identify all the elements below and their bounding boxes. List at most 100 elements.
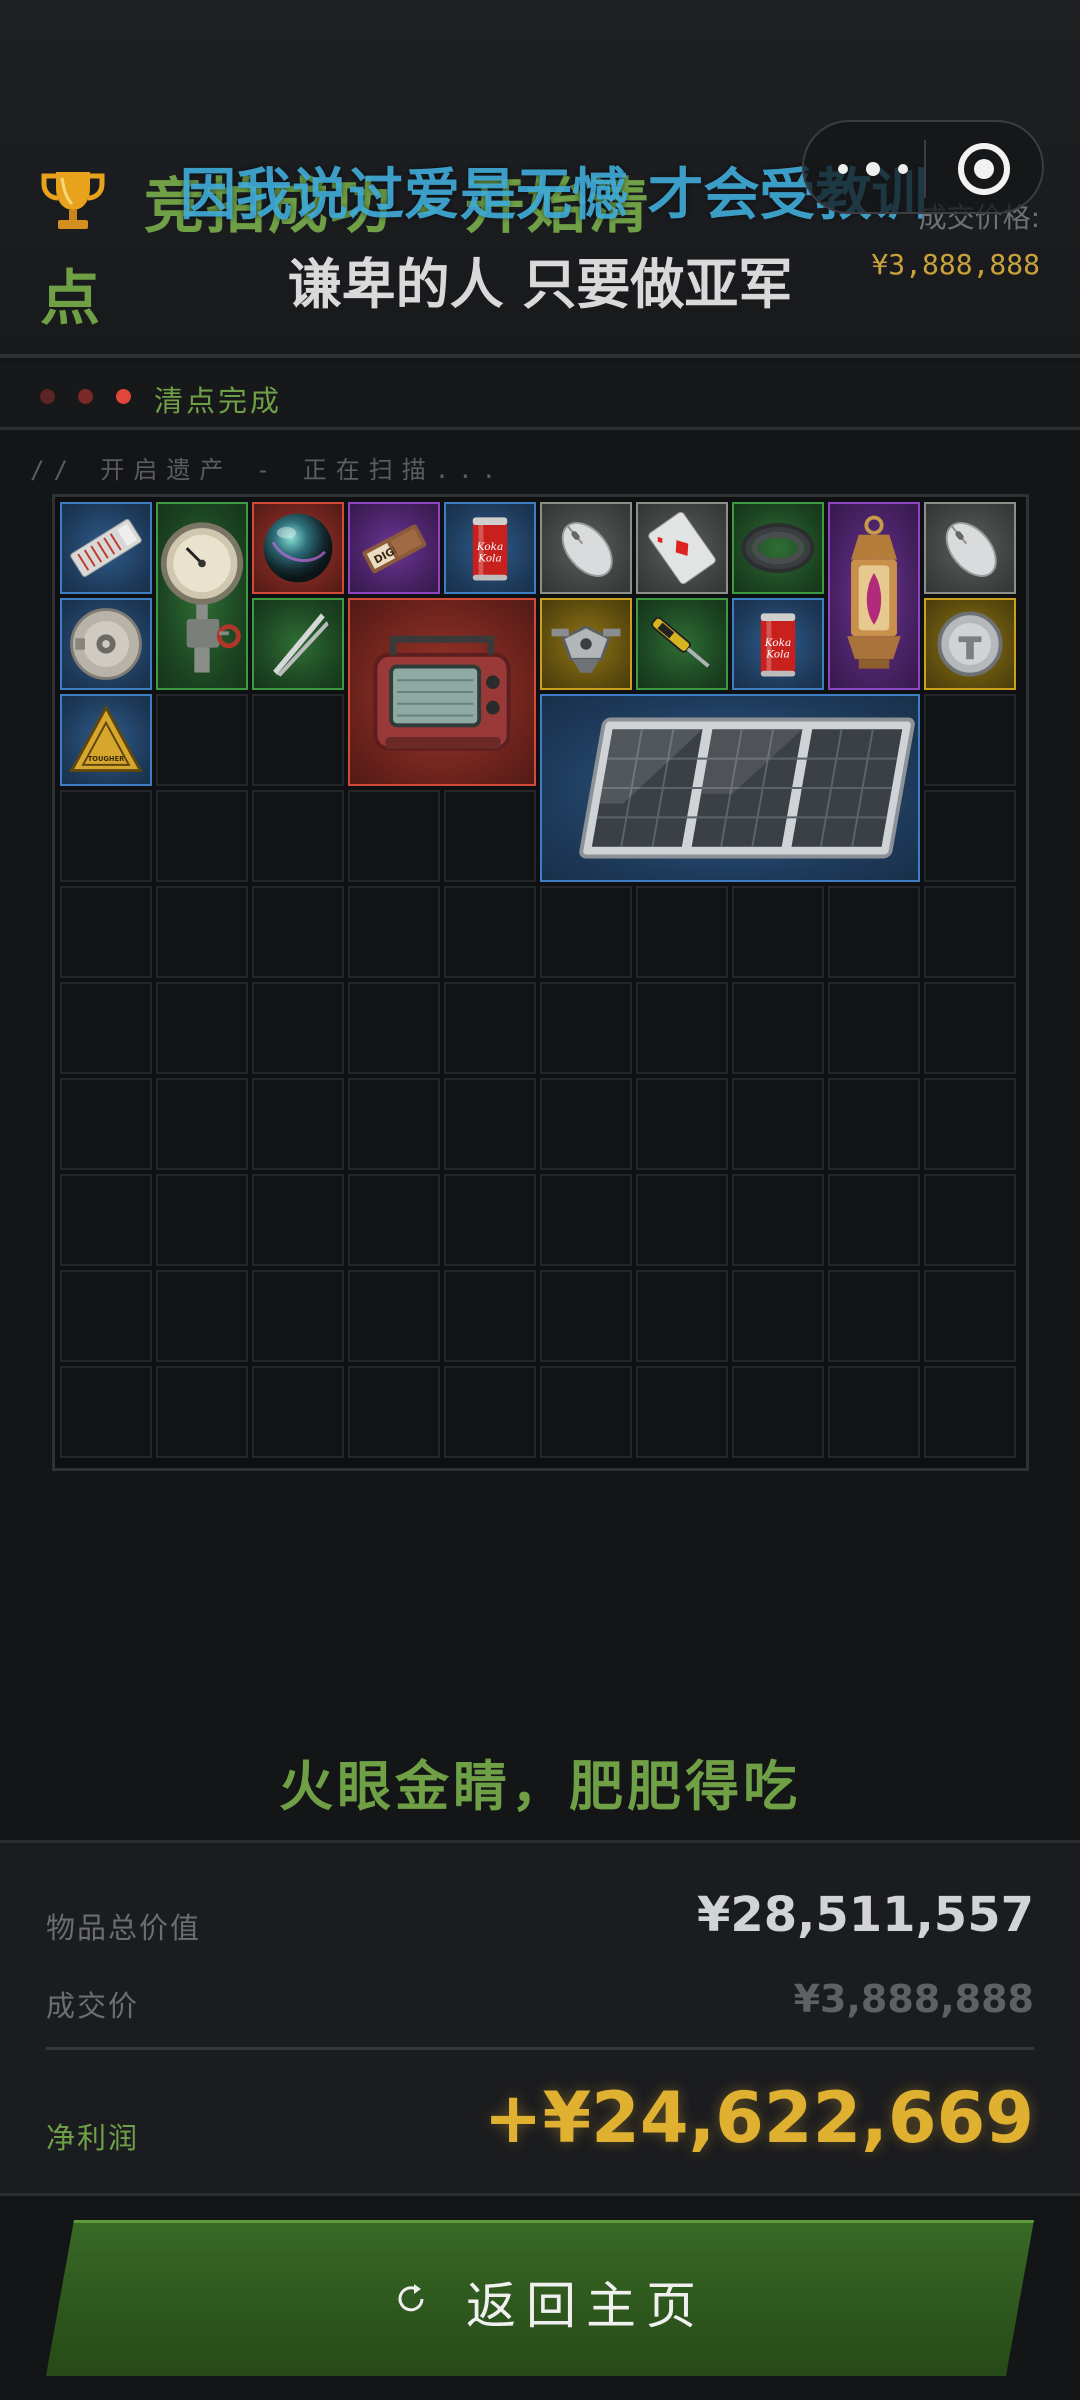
inventory-item[interactable]: TOUGHER bbox=[60, 694, 152, 786]
inventory-item[interactable] bbox=[156, 502, 248, 690]
inventory-slot[interactable] bbox=[60, 886, 152, 978]
inventory-slot[interactable] bbox=[156, 1270, 248, 1362]
inventory-slot[interactable] bbox=[156, 694, 248, 786]
inventory-item[interactable] bbox=[348, 598, 536, 786]
inventory-slot[interactable] bbox=[636, 1366, 728, 1458]
inventory-item[interactable] bbox=[60, 598, 152, 690]
inventory-slot[interactable] bbox=[924, 1366, 1016, 1458]
inventory-slot[interactable] bbox=[348, 1366, 440, 1458]
inventory-slot[interactable] bbox=[828, 1078, 920, 1170]
inventory-item[interactable] bbox=[636, 502, 728, 594]
inventory-slot[interactable] bbox=[828, 1366, 920, 1458]
inventory-item[interactable] bbox=[732, 502, 824, 594]
inventory-slot[interactable] bbox=[348, 1078, 440, 1170]
inventory-slot[interactable] bbox=[156, 982, 248, 1074]
inventory-item[interactable] bbox=[924, 598, 1016, 690]
inventory-slot[interactable] bbox=[828, 886, 920, 978]
inventory-slot[interactable] bbox=[540, 1174, 632, 1266]
inventory-slot[interactable] bbox=[924, 1270, 1016, 1362]
inventory-slot[interactable] bbox=[732, 1270, 824, 1362]
return-home-button[interactable]: 返回主页 bbox=[46, 2220, 1034, 2376]
metal-token-icon bbox=[937, 611, 1003, 677]
inventory-slot[interactable] bbox=[636, 886, 728, 978]
inventory-slot[interactable] bbox=[156, 1174, 248, 1266]
inventory-slot[interactable] bbox=[924, 790, 1016, 882]
inventory-slot[interactable] bbox=[540, 1366, 632, 1458]
inventory-slot[interactable] bbox=[252, 1078, 344, 1170]
inventory-slot[interactable] bbox=[60, 790, 152, 882]
inventory-slot[interactable] bbox=[252, 790, 344, 882]
inventory-slot[interactable] bbox=[252, 694, 344, 786]
inventory-slot[interactable] bbox=[348, 790, 440, 882]
inventory-slot[interactable] bbox=[444, 1366, 536, 1458]
inventory-slot[interactable] bbox=[540, 1078, 632, 1170]
inventory-slot[interactable] bbox=[540, 982, 632, 1074]
inventory-item[interactable] bbox=[540, 694, 920, 882]
inventory-slot[interactable] bbox=[60, 1078, 152, 1170]
inventory-slot[interactable] bbox=[732, 1078, 824, 1170]
inventory-slot[interactable] bbox=[444, 886, 536, 978]
inventory-slot[interactable] bbox=[60, 1270, 152, 1362]
inventory-slot[interactable] bbox=[252, 886, 344, 978]
inventory-slot[interactable] bbox=[444, 982, 536, 1074]
inventory-slot[interactable] bbox=[540, 1270, 632, 1362]
inventory-slot[interactable] bbox=[252, 982, 344, 1074]
inventory-slot[interactable] bbox=[60, 982, 152, 1074]
more-menu-button[interactable] bbox=[838, 162, 908, 176]
inventory-slot[interactable] bbox=[444, 1174, 536, 1266]
inventory-slot[interactable] bbox=[732, 1174, 824, 1266]
inventory-slot[interactable] bbox=[924, 886, 1016, 978]
inventory-slot[interactable] bbox=[636, 1270, 728, 1362]
inventory-item[interactable] bbox=[540, 502, 632, 594]
inventory-slot[interactable] bbox=[348, 1174, 440, 1266]
inventory-slot[interactable] bbox=[924, 1174, 1016, 1266]
inventory-item[interactable]: Koka Kola bbox=[444, 502, 536, 594]
inventory-slot[interactable] bbox=[60, 1174, 152, 1266]
inventory-item[interactable]: DIGI bbox=[348, 502, 440, 594]
status-dot bbox=[78, 389, 93, 404]
inventory-item[interactable] bbox=[924, 502, 1016, 594]
glass-orb-icon bbox=[263, 513, 333, 583]
inventory-slot[interactable] bbox=[924, 1078, 1016, 1170]
inventory-slot[interactable] bbox=[732, 1366, 824, 1458]
close-miniprogram-icon[interactable] bbox=[958, 143, 1010, 195]
inventory-slot[interactable] bbox=[156, 790, 248, 882]
inventory-item[interactable] bbox=[60, 502, 152, 594]
inventory-slot[interactable] bbox=[636, 982, 728, 1074]
inventory-slot[interactable] bbox=[636, 1174, 728, 1266]
inventory-slot[interactable] bbox=[732, 886, 824, 978]
inventory-slot[interactable] bbox=[156, 886, 248, 978]
inventory-slot[interactable] bbox=[828, 1270, 920, 1362]
inventory-slot[interactable] bbox=[60, 1366, 152, 1458]
inventory-slot[interactable] bbox=[732, 982, 824, 1074]
inventory-slot[interactable] bbox=[828, 982, 920, 1074]
deal-price-summary-label: 成交价 bbox=[46, 1989, 140, 2023]
inventory-item[interactable] bbox=[252, 598, 344, 690]
inventory-item[interactable] bbox=[540, 598, 632, 690]
capsule-divider bbox=[924, 140, 926, 198]
screwdriver-tool-icon bbox=[651, 616, 710, 668]
inventory-slot[interactable] bbox=[156, 1366, 248, 1458]
ammo-pack-icon bbox=[70, 519, 142, 577]
inventory-item[interactable] bbox=[636, 598, 728, 690]
inventory-item[interactable] bbox=[828, 502, 920, 690]
inventory-slot[interactable] bbox=[252, 1366, 344, 1458]
inventory-slot[interactable] bbox=[444, 1270, 536, 1362]
inventory-slot[interactable] bbox=[252, 1174, 344, 1266]
inventory-slot[interactable] bbox=[444, 790, 536, 882]
inventory-slot[interactable] bbox=[252, 1270, 344, 1362]
inventory-slot[interactable] bbox=[924, 694, 1016, 786]
inventory-slot[interactable] bbox=[828, 1174, 920, 1266]
inventory-item[interactable] bbox=[252, 502, 344, 594]
inventory-slot[interactable] bbox=[348, 1270, 440, 1362]
inventory-slot[interactable] bbox=[348, 886, 440, 978]
inventory-slot[interactable] bbox=[924, 982, 1016, 1074]
status-bar: 清点完成 bbox=[0, 362, 1080, 430]
inventory-slot[interactable] bbox=[444, 1078, 536, 1170]
inventory-slot[interactable] bbox=[348, 982, 440, 1074]
inventory-slot[interactable] bbox=[636, 1078, 728, 1170]
miniprogram-capsule bbox=[802, 120, 1044, 214]
inventory-item[interactable]: Koka Kola bbox=[732, 598, 824, 690]
inventory-slot[interactable] bbox=[156, 1078, 248, 1170]
inventory-slot[interactable] bbox=[540, 886, 632, 978]
